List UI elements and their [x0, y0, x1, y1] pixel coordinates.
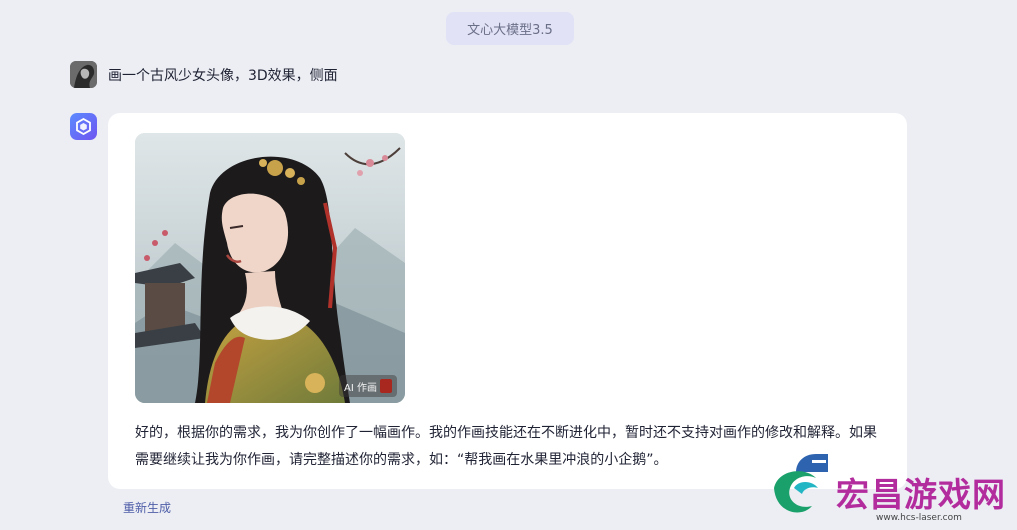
watermark-dragon-icon	[774, 471, 818, 513]
ai-badge-label: AI 作画	[344, 382, 377, 394]
watermark-title: 宏昌游戏网	[836, 475, 1006, 514]
model-version-label: 文心大模型3.5	[467, 23, 553, 38]
portrait-illustration	[135, 133, 405, 403]
model-version-pill[interactable]: 文心大模型3.5	[446, 12, 574, 45]
user-prompt-text: 画一个古风少女头像，3D效果，侧面	[108, 67, 338, 84]
regenerate-button[interactable]: 重新生成	[123, 499, 171, 516]
user-avatar	[70, 61, 97, 88]
bot-logo-icon	[76, 118, 91, 135]
bot-reply-card: AI 作画 好的，根据你的需求，我为你创作了一幅画作。我的作画技能还在不断进化中…	[108, 113, 907, 489]
seal-icon	[380, 379, 392, 393]
watermark-url: www.hcs-laser.com	[876, 513, 962, 523]
generated-image[interactable]: AI 作画	[135, 133, 405, 403]
user-message-row: 画一个古风少女头像，3D效果，侧面	[70, 61, 338, 88]
ai-generated-badge: AI 作画	[339, 375, 397, 397]
bot-avatar	[70, 113, 97, 140]
